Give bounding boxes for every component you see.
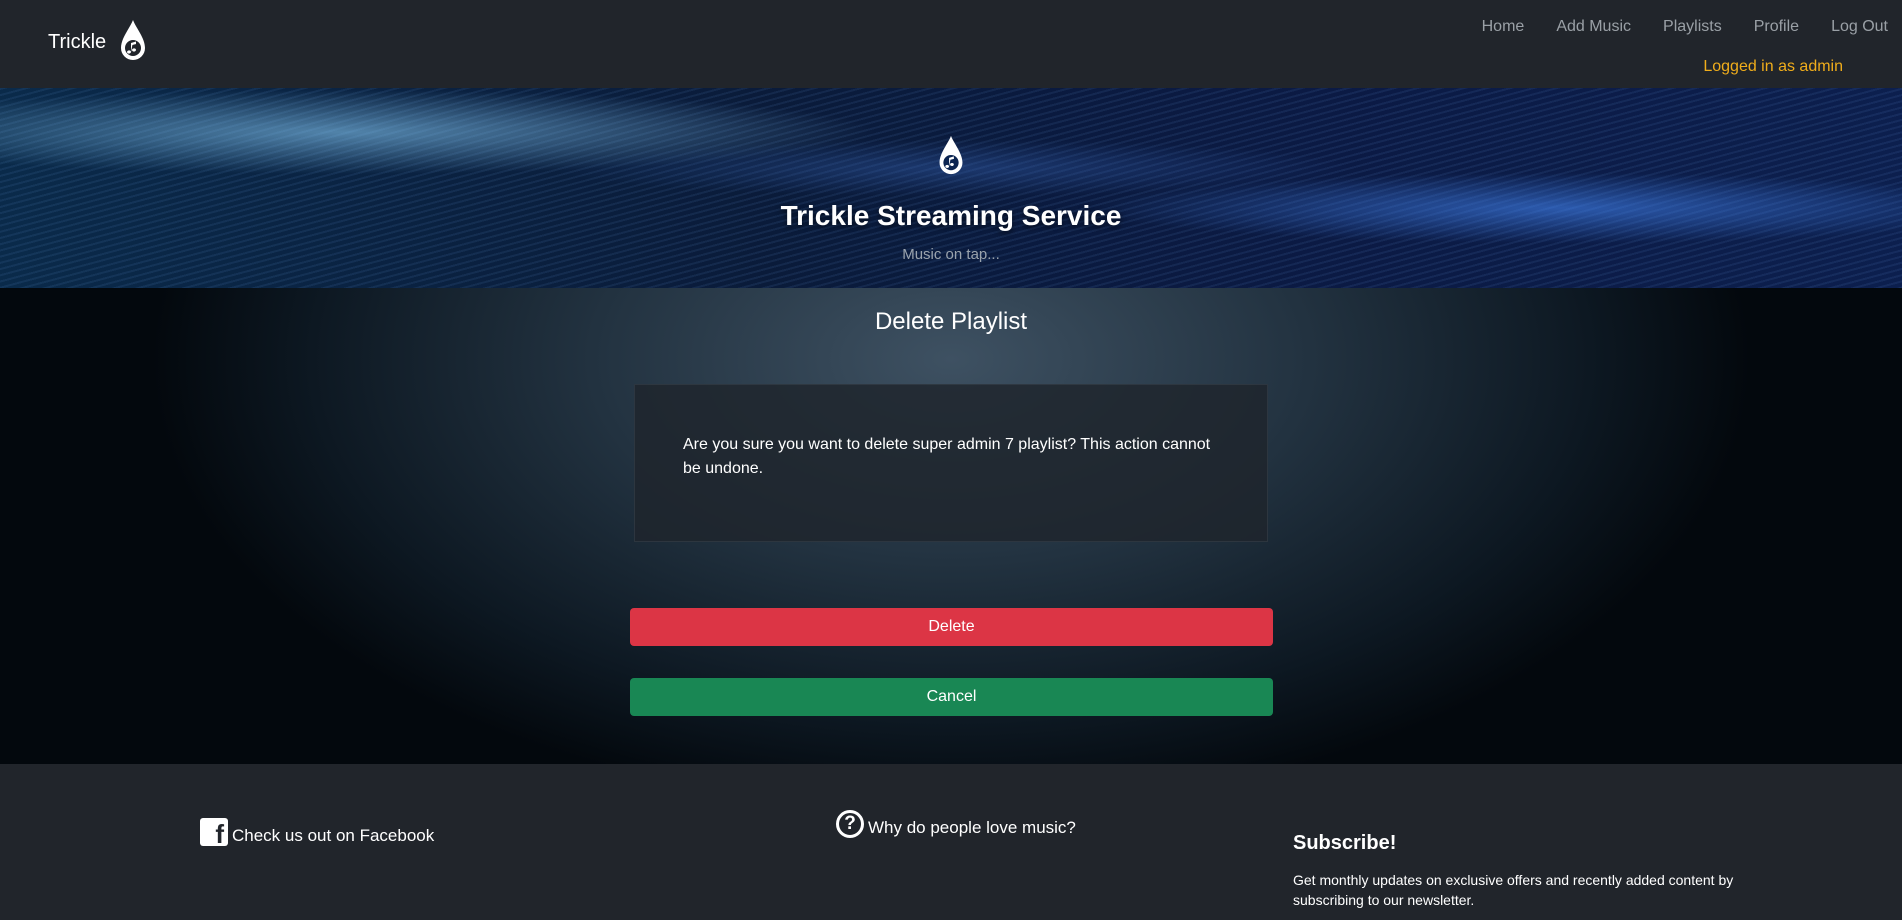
subscribe-text: Get monthly updates on exclusive offers … [1293,872,1734,908]
question-circle-icon: ? [836,810,864,838]
cancel-button[interactable]: Cancel [630,678,1273,716]
nav-link-playlists[interactable]: Playlists [1647,18,1738,36]
facebook-link[interactable]: f Check us out on Facebook [200,818,435,848]
confirm-card: Are you sure you want to delete super ad… [634,384,1268,542]
nav-link-home[interactable]: Home [1466,18,1541,36]
subscribe-title: Subscribe! [1293,832,1397,854]
facebook-link-label: Check us out on Facebook [232,826,435,845]
why-love-music-label: Why do people love music? [868,818,1076,837]
delete-button[interactable]: Delete [630,608,1273,646]
nav-links: Home Add Music Playlists Profile Log Out [1466,18,1888,36]
login-status: Logged in as admin [1703,58,1843,75]
hero-subtitle: Music on tap... [902,246,1000,263]
brand[interactable]: Trickle [48,20,148,62]
hero-title: Trickle Streaming Service [780,200,1122,231]
confirm-message: Are you sure you want to delete super ad… [683,436,1211,477]
brand-name: Trickle [48,30,107,53]
facebook-icon: f [200,818,228,848]
navbar: Trickle Home Add Music Playlists Profile… [0,0,1902,88]
nav-link-profile[interactable]: Profile [1738,18,1815,36]
nav-link-log-out[interactable]: Log Out [1815,18,1888,36]
why-love-music-link[interactable]: ? Why do people love music? [836,810,1076,838]
nav-link-add-music[interactable]: Add Music [1540,18,1647,36]
footer: f Check us out on Facebook ? Why do peop… [0,764,1902,920]
water-drop-logo-icon [939,135,963,175]
water-drop-logo-icon [121,20,146,60]
main-content: Delete Playlist Are you sure you want to… [0,288,1902,764]
hero-banner: Trickle Streaming Service Music on tap..… [0,88,1902,288]
page-title: Delete Playlist [874,308,1028,335]
